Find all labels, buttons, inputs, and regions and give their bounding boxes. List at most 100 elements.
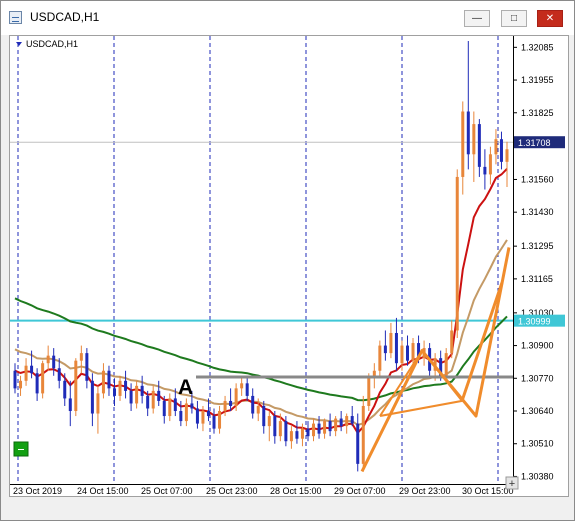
candle <box>306 428 310 437</box>
candle <box>295 431 299 439</box>
candle <box>218 411 222 429</box>
candle <box>179 411 183 422</box>
candle <box>455 176 459 331</box>
candle <box>289 431 293 442</box>
price-tick-label: 1.31825 <box>521 108 554 118</box>
close-button[interactable]: ✕ <box>537 10 563 27</box>
price-axis-line <box>513 36 514 484</box>
candle <box>201 411 205 424</box>
time-tick-label: 25 Oct 23:00 <box>206 486 258 496</box>
annotation-a: A <box>178 376 193 399</box>
price-tick-label: 1.31430 <box>521 207 554 217</box>
candle <box>411 343 415 361</box>
time-axis: 23 Oct 2019 24 Oct 15:00 25 Oct 07:00 25 Oc… <box>13 486 514 496</box>
candle <box>212 416 216 429</box>
candle <box>19 380 23 389</box>
candle <box>400 345 404 364</box>
chart-area[interactable]: 1.32085 1.31955 1.31825 1.31560 1.31430 1.312… <box>9 35 569 497</box>
moving-averages <box>14 168 508 435</box>
minimize-button[interactable]: — <box>464 10 490 27</box>
title-bar[interactable]: USDCAD,H1 — □ ✕ <box>1 1 574 35</box>
candle <box>256 405 260 414</box>
candle <box>52 355 56 369</box>
candle <box>317 423 321 434</box>
candle <box>383 345 387 354</box>
candle <box>505 149 509 162</box>
candle <box>488 154 492 175</box>
candle <box>262 405 266 427</box>
price-chart[interactable]: 1.32085 1.31955 1.31825 1.31560 1.31430 1.312… <box>10 36 568 496</box>
drawings <box>196 247 513 473</box>
candle <box>129 390 133 404</box>
price-tick-label: 1.32085 <box>521 42 554 52</box>
candle <box>461 111 465 177</box>
price-axis: 1.32085 1.31955 1.31825 1.31560 1.31430 1.312… <box>513 42 565 481</box>
candle <box>85 353 89 381</box>
collapse-triangle-icon[interactable] <box>16 42 22 46</box>
maximize-button[interactable]: □ <box>501 10 527 27</box>
candle <box>90 380 94 414</box>
moving-average-fast <box>14 168 508 435</box>
candle <box>367 378 371 406</box>
minus-icon <box>18 449 24 450</box>
candle <box>63 380 67 399</box>
candle <box>35 373 39 394</box>
candle <box>350 416 354 424</box>
price-tick-label: 1.31165 <box>521 274 553 284</box>
candle <box>328 421 332 432</box>
price-tick-label: 1.31560 <box>521 174 554 184</box>
price-tick-label: 1.31295 <box>521 241 554 251</box>
candle <box>267 416 271 427</box>
time-axis-line <box>10 484 514 485</box>
candle <box>173 398 177 412</box>
candle <box>184 403 188 422</box>
candle <box>223 400 227 412</box>
candle <box>113 388 117 396</box>
candle <box>57 368 61 381</box>
price-tick-label: 1.30900 <box>521 341 554 351</box>
price-tick-label: 1.30640 <box>521 406 554 416</box>
time-tick-label: 29 Oct 07:00 <box>334 486 386 496</box>
candle <box>312 423 316 437</box>
candle <box>345 416 349 427</box>
candle <box>240 383 244 389</box>
candle <box>394 332 398 364</box>
candle <box>135 385 139 404</box>
time-tick-label: 29 Oct 23:00 <box>399 486 451 496</box>
candle <box>74 360 78 412</box>
moving-average-mid <box>14 239 508 426</box>
candle <box>494 139 498 155</box>
candle <box>323 421 327 434</box>
candle <box>444 353 448 376</box>
candle <box>30 365 34 374</box>
candle <box>251 395 255 414</box>
window-title: USDCAD,H1 <box>30 10 100 24</box>
candle <box>334 418 338 432</box>
candle <box>124 380 128 391</box>
chart-window-icon <box>9 11 22 24</box>
candle <box>146 395 150 409</box>
price-tick-label: 1.30510 <box>521 439 554 449</box>
candle <box>168 398 172 417</box>
candle <box>157 390 161 401</box>
candle <box>278 421 282 437</box>
current-price-label: 1.31708 <box>518 138 551 148</box>
candle <box>151 390 155 409</box>
candle <box>273 416 277 437</box>
chart-window: USDCAD,H1 — □ ✕ 1.32085 1.31955 1.31825 1.3… <box>0 0 575 521</box>
candle <box>466 111 470 155</box>
candle <box>190 403 194 409</box>
candle <box>195 408 199 424</box>
candle <box>24 365 28 381</box>
candle <box>79 353 83 361</box>
candle <box>96 393 100 414</box>
symbol-label: USDCAD,H1 <box>26 39 78 49</box>
candle <box>107 370 111 389</box>
candle <box>229 400 233 406</box>
price-tick-label: 1.30380 <box>521 471 554 481</box>
plus-icon: + <box>509 478 515 490</box>
candle <box>245 383 249 396</box>
candle <box>284 421 288 442</box>
candle <box>405 345 409 361</box>
candle <box>234 388 238 406</box>
